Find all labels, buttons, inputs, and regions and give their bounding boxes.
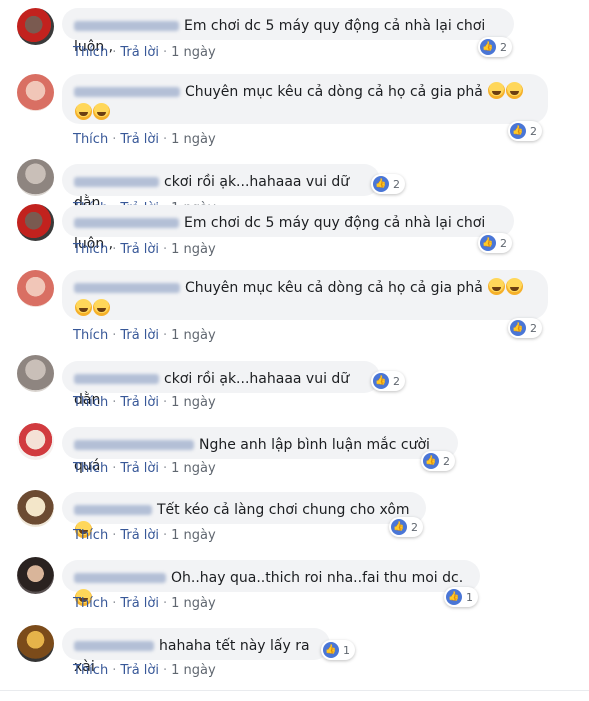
timestamp[interactable]: 1 ngày xyxy=(171,242,216,257)
avatar[interactable] xyxy=(17,270,54,307)
like-icon: 👍 xyxy=(510,320,526,336)
avatar[interactable] xyxy=(17,490,54,527)
like-icon: 👍 xyxy=(446,589,462,605)
timestamp[interactable]: 1 ngày xyxy=(171,663,216,678)
reply-link[interactable]: Trả lời xyxy=(120,663,159,678)
laughing-emoji-icon xyxy=(93,103,110,120)
reply-link[interactable]: Trả lời xyxy=(120,528,159,543)
comment-text: Oh..hay qua..thich roi nha..fai thu moi … xyxy=(171,570,464,586)
timestamp[interactable]: 1 ngày xyxy=(171,596,216,611)
comment-bubble: Em chơi dc 5 máy quy động cả nhà lại chơ… xyxy=(62,205,514,252)
reaction-count[interactable]: 👍 2 xyxy=(389,517,423,537)
like-icon: 👍 xyxy=(373,176,389,192)
comment-bubble: Em chơi dc 5 máy quy động cả nhà lại chơ… xyxy=(62,8,514,55)
comment-text: Tết kéo cả làng chơi chung cho xôm xyxy=(157,502,410,518)
avatar[interactable] xyxy=(17,625,54,662)
timestamp[interactable]: 1 ngày xyxy=(171,461,216,476)
like-icon: 👍 xyxy=(391,519,407,535)
avatar[interactable] xyxy=(17,204,54,241)
like-icon: 👍 xyxy=(510,123,526,139)
avatar[interactable] xyxy=(17,355,54,392)
commenter-name[interactable] xyxy=(74,641,154,651)
reaction-count[interactable]: 👍 2 xyxy=(371,174,405,194)
timestamp[interactable]: 1 ngày xyxy=(171,395,216,410)
reaction-count[interactable]: 👍 2 xyxy=(508,318,542,338)
comment-actions: Thích·Trả lời·1 ngày xyxy=(73,461,216,476)
comment-bubble: hahaha tết này lấy ra xài xyxy=(62,628,330,675)
reply-link[interactable]: Trả lời xyxy=(120,596,159,611)
reply-link[interactable]: Trả lời xyxy=(120,242,159,257)
divider xyxy=(0,690,589,691)
like-icon: 👍 xyxy=(423,453,439,469)
avatar[interactable] xyxy=(17,74,54,111)
laughing-emoji-icon xyxy=(93,299,110,316)
comment-actions: Thích·Trả lời·1 ngày xyxy=(73,528,216,543)
comment-actions: Thích·Trả lời·1 ngày xyxy=(73,663,216,678)
laughing-emoji-icon xyxy=(506,82,524,99)
reaction-count[interactable]: 👍 2 xyxy=(371,371,405,391)
like-link[interactable]: Thích xyxy=(73,45,108,60)
like-link[interactable]: Thích xyxy=(73,663,108,678)
reply-link[interactable]: Trả lời xyxy=(120,45,159,60)
reply-link[interactable]: Trả lời xyxy=(120,328,159,343)
like-link[interactable]: Thích xyxy=(73,461,108,476)
timestamp[interactable]: 1 ngày xyxy=(171,328,216,343)
comment-actions: Thích·Trả lời·1 ngày xyxy=(73,45,216,60)
comment-bubble: Nghe anh lập bình luận mắc cười quá xyxy=(62,427,458,474)
avatar[interactable] xyxy=(17,557,54,594)
reply-link[interactable]: Trả lời xyxy=(120,132,159,147)
timestamp[interactable]: 1 ngày xyxy=(171,45,216,60)
commenter-name[interactable] xyxy=(74,505,152,515)
commenter-name[interactable] xyxy=(74,21,179,31)
commenter-name[interactable] xyxy=(74,573,166,583)
like-icon: 👍 xyxy=(480,235,496,251)
reaction-count[interactable]: 👍 2 xyxy=(478,37,512,57)
comment-actions: Thích·Trả lời·1 ngày xyxy=(73,132,216,147)
comment-actions: Thích·Trả lời·1 ngày xyxy=(73,242,216,257)
avatar[interactable] xyxy=(17,8,54,45)
avatar[interactable] xyxy=(17,423,54,460)
comment-text: Chuyên mục kêu cả dòng cả họ cả gia phả xyxy=(185,84,483,100)
laughing-emoji-icon xyxy=(75,299,92,316)
reaction-count[interactable]: 👍 1 xyxy=(444,587,478,607)
laughing-emoji-icon xyxy=(488,82,506,99)
comment-bubble: ckơi rồi ạk...hahaaa vui dữ dằn xyxy=(62,361,380,408)
reaction-count[interactable]: 👍 2 xyxy=(421,451,455,471)
like-link[interactable]: Thích xyxy=(73,395,108,410)
like-link[interactable]: Thích xyxy=(73,328,108,343)
reaction-count[interactable]: 👍 2 xyxy=(478,233,512,253)
laughing-emoji-icon xyxy=(488,278,506,295)
like-link[interactable]: Thích xyxy=(73,132,108,147)
commenter-name[interactable] xyxy=(74,87,180,97)
comment-actions: Thích·Trả lời·1 ngày xyxy=(73,328,216,343)
like-icon: 👍 xyxy=(480,39,496,55)
like-icon: 👍 xyxy=(373,373,389,389)
laughing-emoji-icon xyxy=(506,278,524,295)
laughing-emoji-icon xyxy=(75,103,92,120)
like-link[interactable]: Thích xyxy=(73,242,108,257)
comment-text: Chuyên mục kêu cả dòng cả họ cả gia phả xyxy=(185,280,483,296)
comment-bubble: Chuyên mục kêu cả dòng cả họ cả gia phả xyxy=(62,270,548,320)
commenter-name[interactable] xyxy=(74,177,159,187)
avatar[interactable] xyxy=(17,159,54,196)
timestamp[interactable]: 1 ngày xyxy=(171,132,216,147)
commenter-name[interactable] xyxy=(74,283,180,293)
comment-actions: Thích·Trả lời·1 ngày xyxy=(73,395,216,410)
timestamp[interactable]: 1 ngày xyxy=(171,528,216,543)
comment-bubble: Chuyên mục kêu cả dòng cả họ cả gia phả xyxy=(62,74,548,124)
comment-bubble: Oh..hay qua..thich roi nha..fai thu moi … xyxy=(62,560,480,606)
like-link[interactable]: Thích xyxy=(73,528,108,543)
reaction-count[interactable]: 👍 2 xyxy=(508,121,542,141)
comment-actions: Thích·Trả lời·1 ngày xyxy=(73,596,216,611)
like-link[interactable]: Thích xyxy=(73,596,108,611)
reaction-count[interactable]: 👍 1 xyxy=(321,640,355,660)
reply-link[interactable]: Trả lời xyxy=(120,461,159,476)
commenter-name[interactable] xyxy=(74,440,194,450)
comment-bubble: ckơi rồi ạk...hahaaa vui dữ dằn xyxy=(62,164,380,211)
comment-bubble: Tết kéo cả làng chơi chung cho xôm xyxy=(62,492,426,538)
reply-link[interactable]: Trả lời xyxy=(120,395,159,410)
commenter-name[interactable] xyxy=(74,218,179,228)
like-icon: 👍 xyxy=(323,642,339,658)
commenter-name[interactable] xyxy=(74,374,159,384)
